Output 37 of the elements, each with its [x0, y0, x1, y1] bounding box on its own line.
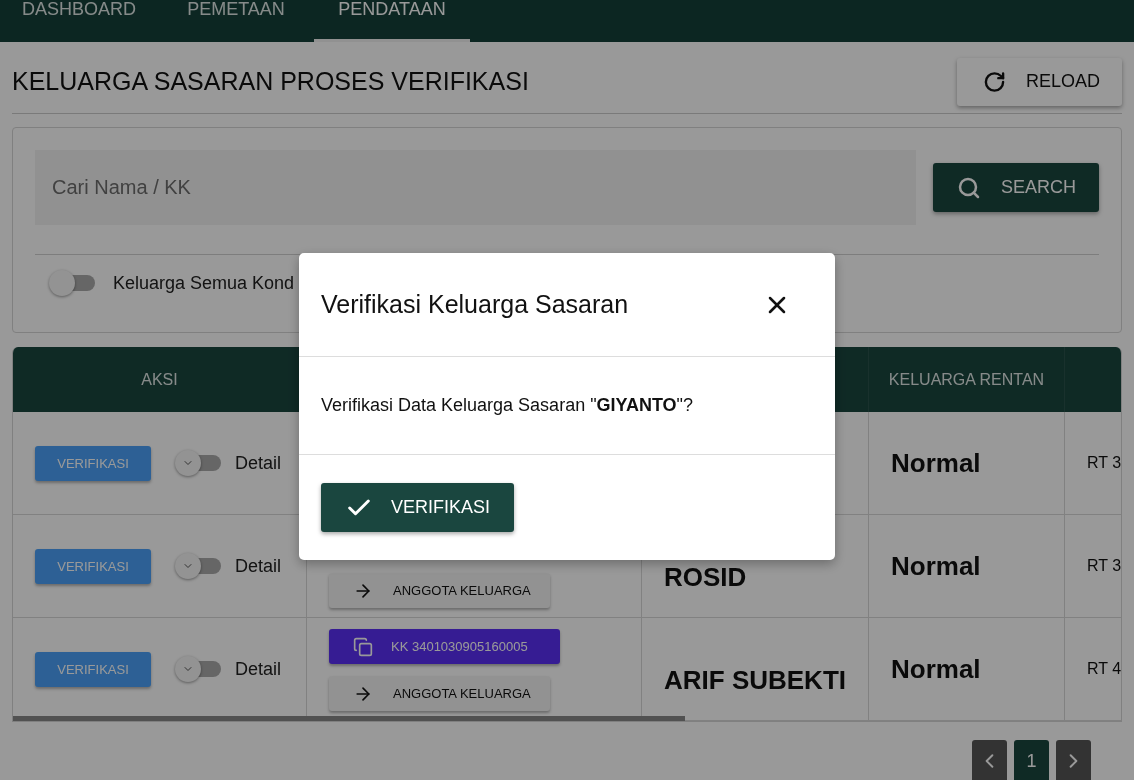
search-button[interactable]: SEARCH: [933, 163, 1099, 212]
copy-icon: [353, 636, 373, 657]
nav-tab[interactable]: DASHBOARD: [0, 0, 159, 42]
toggle-switch[interactable]: [175, 553, 223, 579]
table-cell-text: RT 3: [1086, 557, 1121, 575]
detail-label: Detail: [235, 658, 282, 680]
nav-tab[interactable]: PENDATAAN: [314, 0, 471, 42]
members-button[interactable]: ANGGOTA KELUARGA: [329, 573, 550, 608]
search-icon: [957, 175, 981, 200]
table-cell-text: RT 3: [1086, 454, 1121, 472]
status-text: Normal: [890, 550, 981, 582]
status-text: Normal: [890, 653, 981, 685]
detail-label: Detail: [235, 452, 282, 474]
search-field[interactable]: Cari Nama / KK: [35, 150, 916, 225]
table-cell-text: RT 4: [1086, 660, 1121, 678]
detail-label: Detail: [235, 555, 282, 577]
family-name: ROSID: [663, 560, 747, 593]
page-title: KELUARGA SASARAN PROSES VERIFIKASI: [12, 67, 529, 96]
page-button[interactable]: 1: [1014, 740, 1049, 780]
scrollbar[interactable]: [13, 716, 685, 721]
dialog-message: Verifikasi Data Keluarga Sasaran "GIYANTO"?: [321, 395, 693, 416]
members-button[interactable]: ANGGOTA KELUARGA: [329, 676, 550, 711]
family-name: ARIF SUBEKTI: [663, 663, 846, 696]
status-text: Normal: [890, 447, 981, 479]
toggle-switch[interactable]: [49, 270, 97, 296]
toggle-label: Keluarga Semua Kond: [113, 272, 295, 294]
column-header: KELUARGA RENTAN: [869, 347, 1065, 412]
nav-tab[interactable]: PEMETAAN: [158, 0, 315, 42]
toggle-switch[interactable]: [175, 656, 223, 682]
reload-button[interactable]: RELOAD: [957, 57, 1122, 106]
confirm-button[interactable]: VERIFIKASI: [321, 483, 514, 532]
reload-icon: [983, 69, 1006, 94]
previous-page-button[interactable]: [972, 740, 1007, 780]
dialog-title: Verifikasi Keluarga Sasaran: [321, 290, 629, 319]
kk-copy-button[interactable]: KK 3401030905160005: [329, 629, 560, 664]
next-page-button[interactable]: [1056, 740, 1091, 780]
toggle-switch[interactable]: [175, 450, 223, 476]
